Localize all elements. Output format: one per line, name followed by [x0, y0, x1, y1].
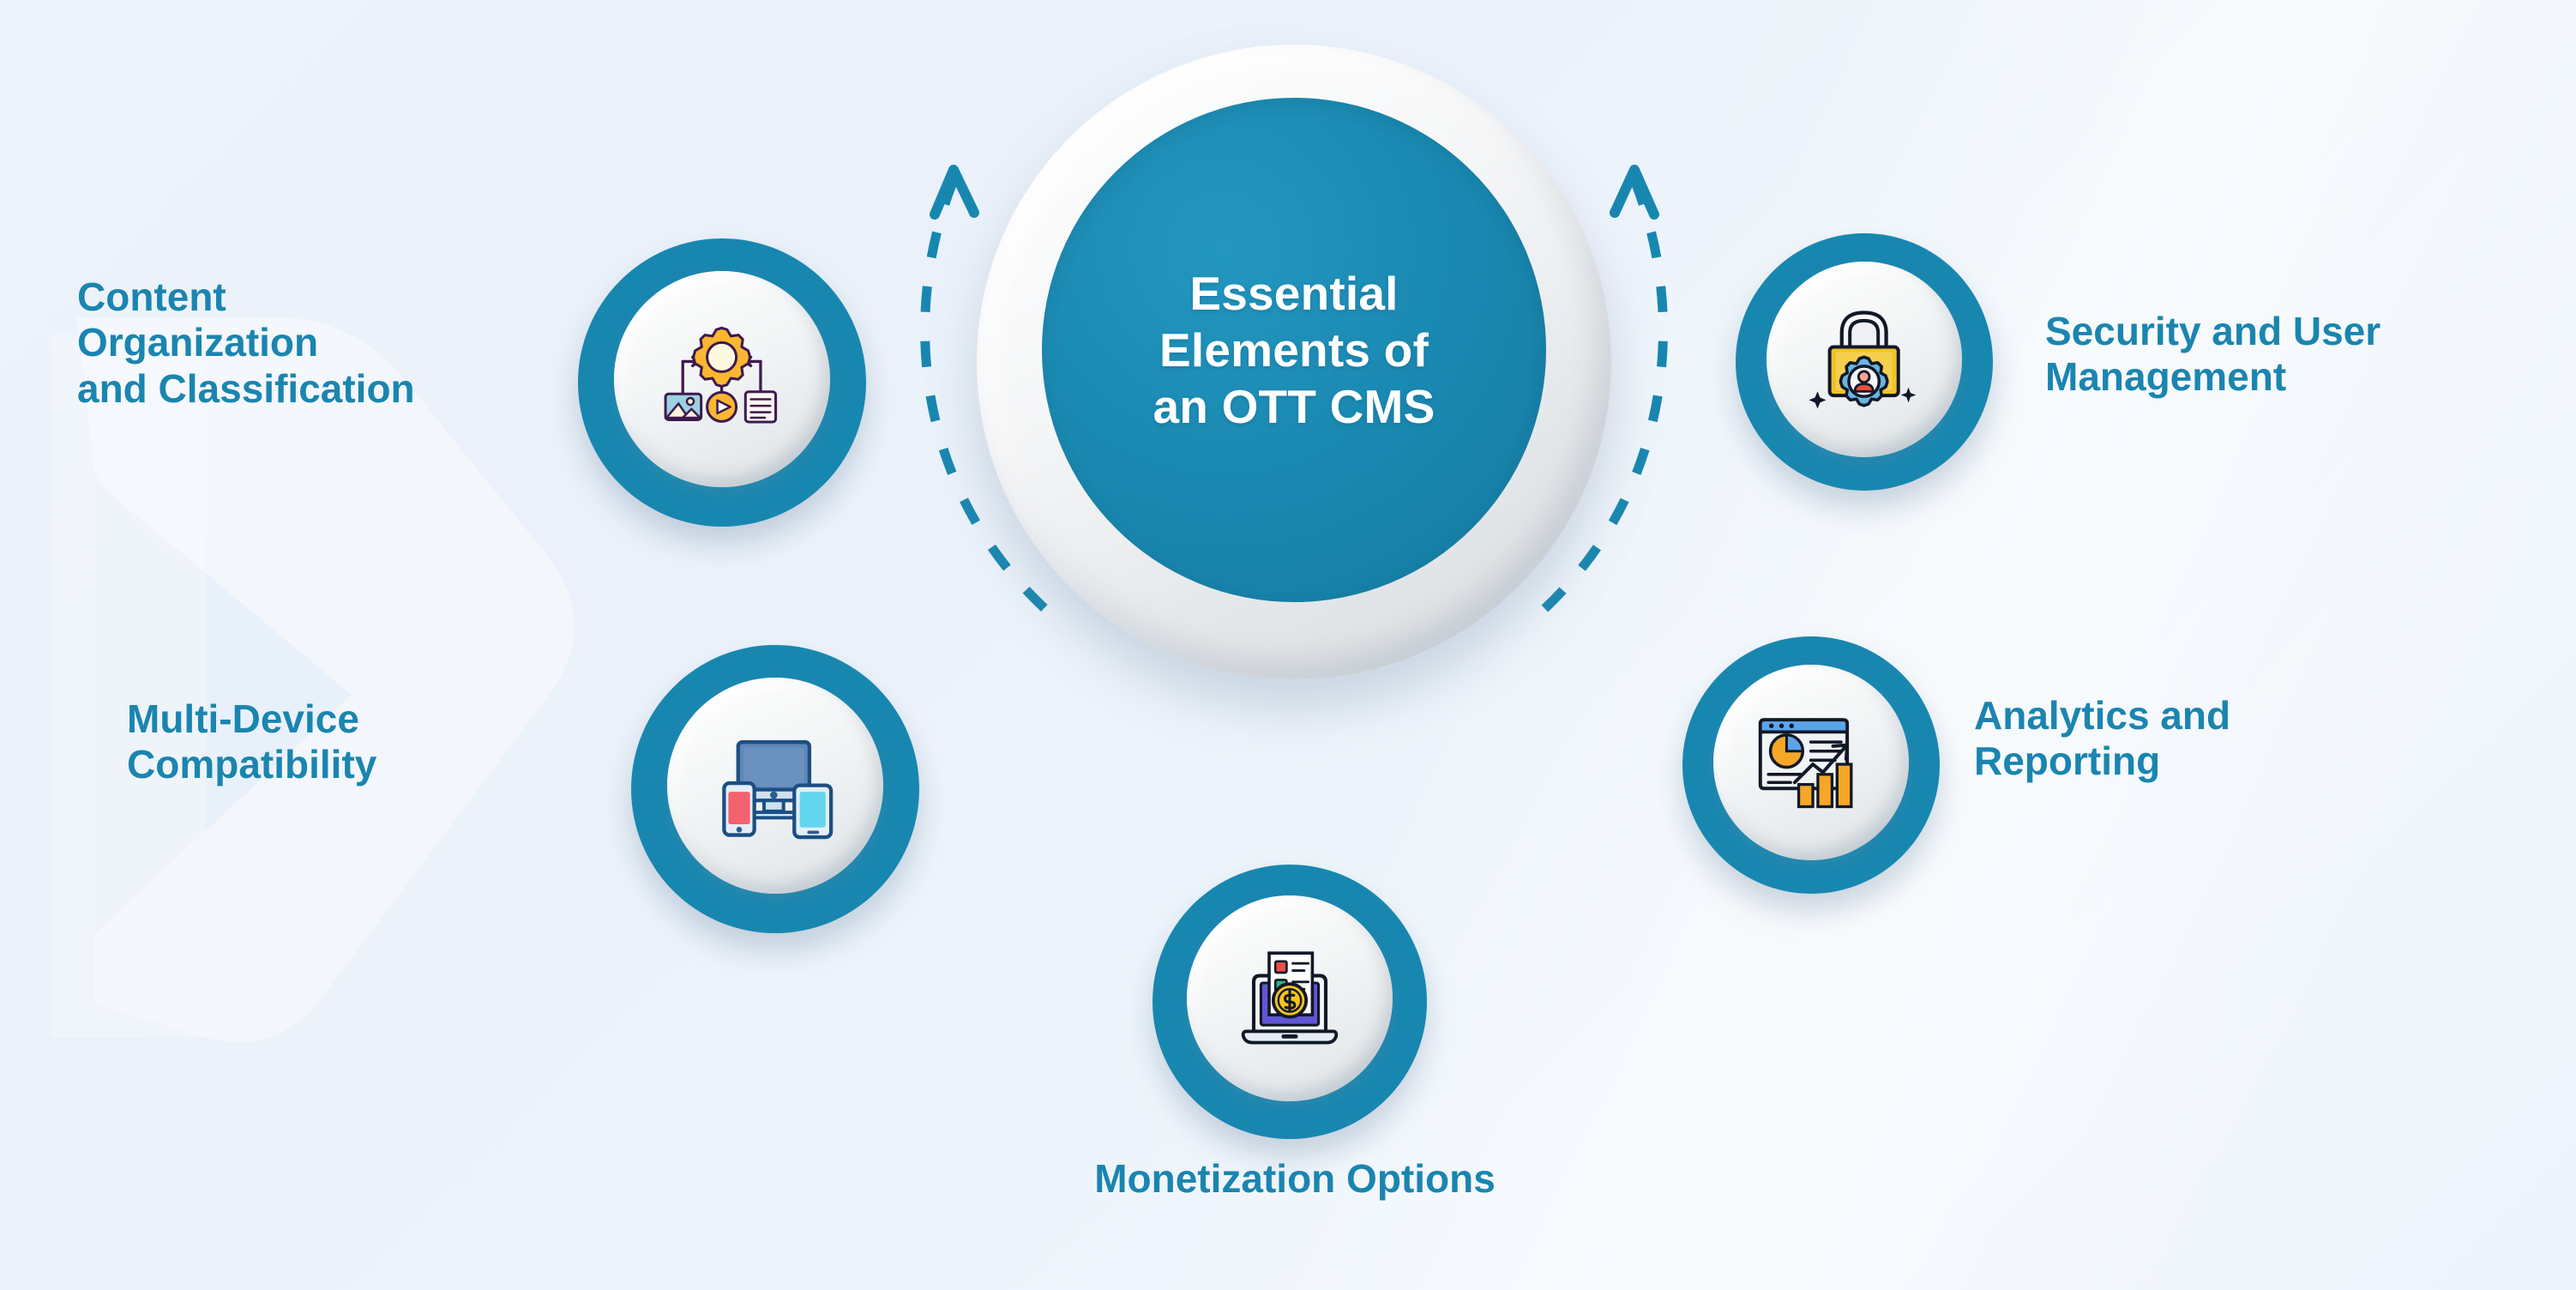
label-line-2: Management	[2045, 354, 2287, 400]
infographic-canvas: Essential Elements of an OTT CMS Content…	[0, 0, 2576, 1290]
label-line-1: Multi-Device	[127, 696, 359, 741]
label-multi-device: Multi-Device Compatibility	[127, 696, 530, 788]
laptop-dollar-icon	[1241, 951, 1339, 1045]
label-line-1: Content	[77, 274, 226, 319]
hub-inner-disc: Essential Elements of an OTT CMS	[1042, 98, 1546, 602]
page-title: Essential Elements of an OTT CMS	[1124, 265, 1465, 435]
node-face	[614, 271, 830, 487]
node-content-organization[interactable]	[578, 238, 866, 527]
analytics-dashboard-icon	[1759, 718, 1853, 809]
label-line-3: and Classification	[77, 365, 415, 411]
multi-device-icon	[722, 740, 834, 840]
node-face	[1187, 895, 1393, 1101]
content-workflow-gear-icon	[664, 327, 778, 424]
hub-title-line-3: an OTT CMS	[1153, 380, 1435, 433]
label-line-2: Reporting	[1974, 738, 2161, 784]
node-multi-device[interactable]	[631, 645, 919, 933]
hub-title-line-2: Elements of	[1159, 323, 1429, 377]
label-content-organization: Content Organization and Classification	[77, 274, 557, 412]
label-line-1: Analytics and	[1974, 693, 2231, 738]
node-security-user-management[interactable]	[1736, 233, 1993, 491]
node-face	[1713, 665, 1909, 860]
label-monetization: Monetization Options	[1020, 1156, 1569, 1202]
node-face	[667, 678, 883, 894]
label-line-1: Security and User	[2045, 309, 2381, 353]
label-analytics-reporting: Analytics and Reporting	[1974, 693, 2377, 785]
node-monetization[interactable]	[1153, 865, 1427, 1139]
label-line-2: Compatibility	[127, 742, 377, 787]
hub-title-line-1: Essential	[1189, 267, 1399, 320]
label-line-1: Monetization Options	[1094, 1156, 1496, 1201]
padlock-user-gear-icon	[1809, 310, 1917, 409]
label-security-user-management: Security and User Management	[2045, 309, 2525, 401]
node-face	[1766, 262, 1962, 457]
node-analytics-reporting[interactable]	[1682, 636, 1940, 894]
center-hub: Essential Elements of an OTT CMS	[977, 45, 1611, 679]
label-line-2: Organization	[77, 320, 319, 365]
